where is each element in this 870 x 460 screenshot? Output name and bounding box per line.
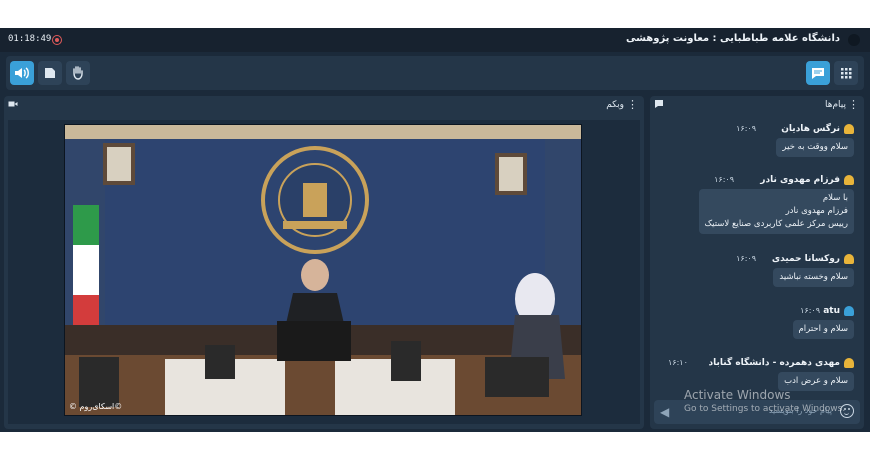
chat-message: فرزام مهدوی نادر ۱۶:۰۹ با سلام فرزام مهد… (658, 173, 854, 234)
message-author: مهدی دهمرده - دانشگاه گناباد (708, 358, 840, 368)
message-text: رییس مرکز علمی کاربردی صنایع لاستیک (704, 219, 848, 229)
record-icon[interactable] (52, 35, 62, 45)
message-author: نرگس هادیان (781, 124, 840, 134)
chat-message: atu ۱۶:۰۹ سلام و احترام (658, 304, 854, 339)
webcam-panel-header: وبکم ⋮ (4, 96, 644, 114)
chat-panel: پیام‌ها ⋮ نرگس هادیان ۱۶:۰۹ سلام ووقت به… (650, 96, 864, 429)
app-window: 01:18:49 دانشگاه علامه طباطبایی : معاونت… (0, 28, 870, 432)
chat-panel-header: پیام‌ها ⋮ (650, 96, 864, 114)
message-text: سلام و عرض ادب (784, 376, 848, 386)
message-time: ۱۶:۰۹ (714, 175, 734, 184)
video-area: ©اسکای‌روم © (8, 120, 640, 424)
skyroom-watermark: ©اسکای‌روم © (69, 402, 123, 411)
chat-message: روکسانا حمیدی ۱۶:۰۹ سلام وخسته نباشید (658, 252, 854, 287)
user-icon (844, 306, 854, 316)
user-icon (844, 358, 854, 368)
screen-share-icon[interactable] (38, 61, 62, 85)
chat-title: پیام‌ها (824, 100, 846, 110)
app-logo-icon (848, 34, 860, 46)
webcam-video[interactable]: ©اسکای‌روم © (64, 124, 582, 416)
webcam-panel: وبکم ⋮ (4, 96, 644, 429)
apps-grid-icon[interactable] (834, 61, 858, 85)
toolbar (6, 56, 864, 90)
webcam-menu-icon[interactable]: ⋮ (627, 98, 638, 111)
message-author: atu (823, 306, 840, 316)
webcam-title: وبکم (606, 100, 624, 110)
message-bubble: سلام وخسته نباشید (773, 268, 854, 287)
raise-hand-icon[interactable] (66, 61, 90, 85)
chat-menu-icon[interactable]: ⋮ (848, 98, 859, 111)
message-text: سلام ووقت به خیر (782, 142, 848, 152)
message-time: ۱۶:۰۹ (800, 306, 820, 315)
message-text: سلام وخسته نباشید (779, 272, 848, 282)
chat-message: مهدی دهمرده - دانشگاه گناباد ۱۶:۱۰ سلام … (658, 356, 854, 391)
message-text: با سلام (822, 193, 848, 203)
message-time: ۱۶:۱۰ (668, 358, 688, 367)
activation-subtitle: Go to Settings to activate Windows. (684, 404, 846, 414)
message-text: سلام و احترام (798, 324, 848, 334)
user-icon (844, 254, 854, 264)
title-bar: 01:18:49 دانشگاه علامه طباطبایی : معاونت… (0, 28, 870, 52)
activation-title: Activate Windows (684, 388, 791, 402)
session-timer: 01:18:49 (8, 34, 52, 44)
message-bubble: سلام ووقت به خیر (776, 138, 854, 157)
speaker-icon[interactable] (10, 61, 34, 85)
send-icon[interactable]: ◀ (660, 405, 669, 419)
message-author: روکسانا حمیدی (771, 254, 840, 264)
chat-bubble-icon (654, 99, 664, 112)
message-bubble: با سلام فرزام مهدوی نادر رییس مرکز علمی … (698, 189, 854, 234)
camera-icon (8, 99, 18, 112)
message-author: فرزام مهدوی نادر (760, 175, 840, 185)
room-title: دانشگاه علامه طباطبایی : معاونت پژوهشی (626, 33, 840, 44)
message-time: ۱۶:۰۹ (736, 254, 756, 263)
user-icon (844, 175, 854, 185)
message-time: ۱۶:۰۹ (736, 124, 756, 133)
chat-message: نرگس هادیان ۱۶:۰۹ سلام ووقت به خیر (658, 122, 854, 157)
windows-activation-watermark: Activate Windows Go to Settings to activ… (684, 388, 845, 414)
user-icon (844, 124, 854, 134)
message-text: فرزام مهدوی نادر (785, 206, 848, 216)
message-bubble: سلام و احترام (792, 320, 854, 339)
chat-icon[interactable] (806, 61, 830, 85)
chat-message-list: نرگس هادیان ۱۶:۰۹ سلام ووقت به خیر فرزام… (652, 118, 860, 400)
